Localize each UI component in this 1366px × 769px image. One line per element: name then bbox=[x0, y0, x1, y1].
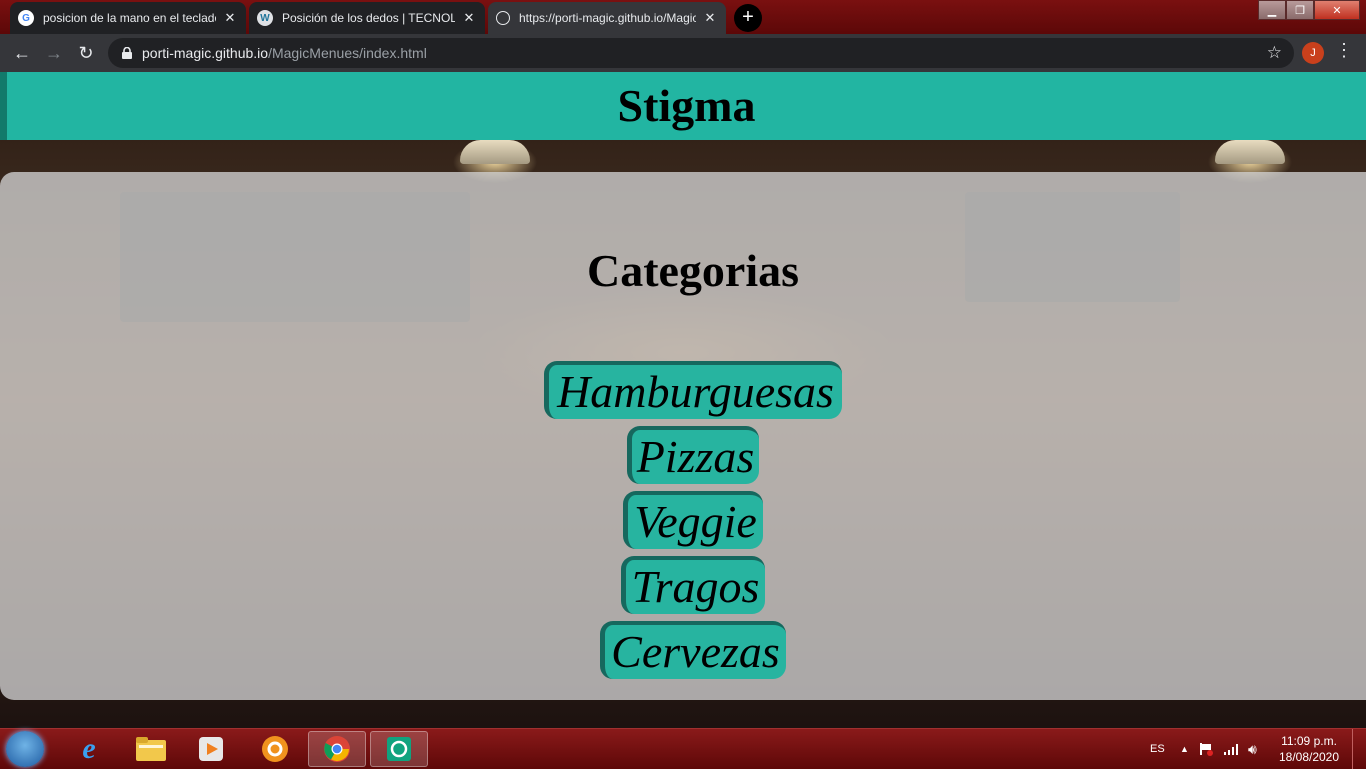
url-path: /MagicMenues/index.html bbox=[268, 45, 427, 61]
google-icon: G bbox=[18, 10, 34, 26]
green-app-icon[interactable] bbox=[370, 731, 428, 767]
tab-title: posicion de la mano en el teclado bbox=[43, 11, 216, 25]
tab-wordpress[interactable]: W Posición de los dedos | TECNOLOGIA ✕ bbox=[249, 2, 485, 34]
section-title: Categorias bbox=[586, 245, 800, 296]
show-desktop-button[interactable] bbox=[1352, 729, 1366, 769]
browser-menu-icon[interactable]: ⋮ bbox=[1335, 40, 1353, 61]
url-host: porti-magic.github.io bbox=[142, 45, 269, 61]
profile-avatar[interactable]: J bbox=[1302, 42, 1324, 64]
maximize-button[interactable]: ❐ bbox=[1286, 0, 1314, 20]
file-explorer-icon[interactable] bbox=[124, 731, 178, 767]
back-icon[interactable]: ← bbox=[6, 34, 38, 72]
close-tab-icon[interactable]: ✕ bbox=[702, 10, 718, 26]
category-cervezas[interactable]: Cervezas bbox=[600, 621, 786, 679]
new-tab-button[interactable]: + bbox=[734, 4, 762, 32]
lamp-decoration bbox=[1215, 140, 1285, 164]
language-indicator[interactable]: ES bbox=[1150, 729, 1165, 769]
close-tab-icon[interactable]: ✕ bbox=[461, 10, 477, 26]
volume-icon[interactable]: 🔊︎ bbox=[1248, 729, 1257, 769]
window-controls: ▁ ❐ ✕ bbox=[1258, 0, 1360, 20]
browser-toolbar: ← → ↻ porti-magic.github.io/MagicMenues/… bbox=[0, 34, 1366, 72]
internet-explorer-icon[interactable]: e bbox=[62, 731, 116, 767]
lock-icon bbox=[120, 47, 134, 59]
forward-icon[interactable]: → bbox=[38, 34, 70, 72]
tab-title: Posición de los dedos | TECNOLOGIA bbox=[282, 11, 455, 25]
tab-strip: G posicion de la mano en el teclado ✕ W … bbox=[0, 0, 1366, 34]
clock-date: 18/08/2020 bbox=[1278, 750, 1340, 764]
page-viewport: Stigma Categorias Hamburguesas Pizzas Ve… bbox=[0, 72, 1366, 728]
tab-magic-menues[interactable]: https://porti-magic.github.io/MagicMenue… bbox=[488, 2, 726, 34]
show-hidden-icons[interactable]: ▲ bbox=[1180, 729, 1189, 769]
bookmark-star-icon[interactable]: ☆ bbox=[1267, 43, 1282, 63]
system-clock[interactable]: 11:09 p.m. 18/08/2020 bbox=[1274, 733, 1344, 765]
reload-icon[interactable]: ↻ bbox=[70, 34, 102, 72]
minimize-button[interactable]: ▁ bbox=[1258, 0, 1286, 20]
chrome-taskbar-icon[interactable] bbox=[308, 731, 366, 767]
orange-app-icon[interactable] bbox=[248, 731, 302, 767]
close-window-button[interactable]: ✕ bbox=[1314, 0, 1360, 20]
lamp-decoration bbox=[460, 140, 530, 164]
clock-time: 11:09 p.m. bbox=[1281, 734, 1337, 748]
address-bar[interactable]: porti-magic.github.io/MagicMenues/index.… bbox=[108, 38, 1294, 68]
tab-title: https://porti-magic.github.io/MagicMenue… bbox=[519, 11, 696, 25]
close-tab-icon[interactable]: ✕ bbox=[222, 10, 238, 26]
network-icon[interactable] bbox=[1224, 729, 1240, 769]
globe-icon bbox=[496, 11, 510, 25]
category-pizzas[interactable]: Pizzas bbox=[627, 426, 759, 484]
action-center-flag-icon[interactable] bbox=[1199, 729, 1213, 769]
tab-google-search[interactable]: G posicion de la mano en el teclado ✕ bbox=[10, 2, 246, 34]
site-title: Stigma bbox=[617, 80, 756, 131]
category-tragos[interactable]: Tragos bbox=[621, 556, 765, 614]
site-header: Stigma bbox=[0, 72, 1366, 140]
category-veggie[interactable]: Veggie bbox=[623, 491, 763, 549]
windows-taskbar: e ES ▲ 🔊︎ 11:09 p.m. 18/08/2020 bbox=[0, 728, 1366, 769]
media-player-icon[interactable] bbox=[184, 731, 238, 767]
url-text: porti-magic.github.io/MagicMenues/index.… bbox=[142, 45, 427, 61]
start-button[interactable] bbox=[6, 731, 44, 767]
category-hamburguesas[interactable]: Hamburguesas bbox=[544, 361, 842, 419]
wordpress-icon: W bbox=[257, 10, 273, 26]
categories-panel: Categorias Hamburguesas Pizzas Veggie Tr… bbox=[0, 172, 1366, 700]
